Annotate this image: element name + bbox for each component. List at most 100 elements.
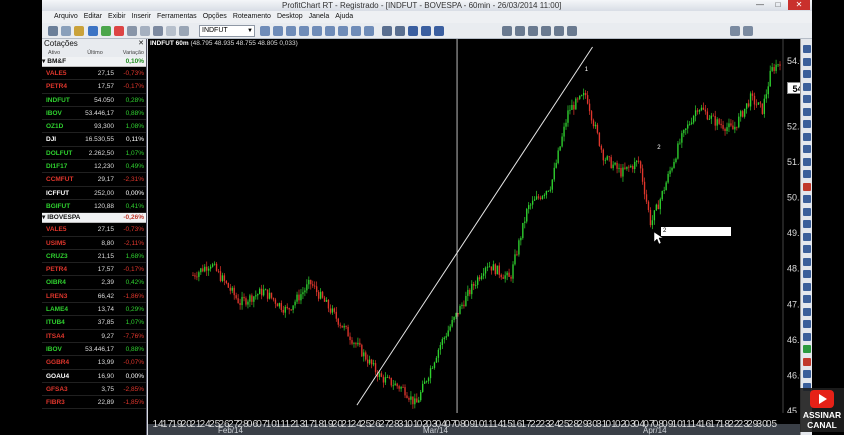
save-icon[interactable] xyxy=(61,26,71,36)
quote-row[interactable]: BGIFUT 120,88 0,41% xyxy=(42,200,146,214)
pointer-icon[interactable] xyxy=(803,45,811,53)
settings-icon[interactable] xyxy=(179,26,189,36)
horizontal-line-icon[interactable] xyxy=(803,95,811,103)
col-variacao[interactable]: Variação xyxy=(116,49,146,57)
news-icon[interactable] xyxy=(153,26,163,36)
layout-icon[interactable] xyxy=(567,26,577,36)
chart-panel[interactable]: 54.050,0053.286,0052.382,0051.478,0050.5… xyxy=(148,39,812,435)
text-icon[interactable] xyxy=(803,182,811,191)
magnet-icon[interactable] xyxy=(803,332,811,341)
quote-row[interactable]: IBOV 53.446,17 0,88% xyxy=(42,107,146,121)
arrow-up-icon[interactable] xyxy=(803,345,811,353)
quote-row[interactable]: USIM5 8,80 -2,11% xyxy=(42,237,146,250)
arrow-down-icon[interactable] xyxy=(803,357,811,366)
study-icon[interactable] xyxy=(351,26,361,36)
eraser-icon[interactable] xyxy=(803,307,811,316)
quote-row[interactable]: ITSA4 9,27 -7,76% xyxy=(42,330,146,343)
select-icon[interactable] xyxy=(515,26,525,36)
indicator-icon[interactable] xyxy=(338,26,348,36)
menu-inserir[interactable]: Inserir xyxy=(132,11,151,23)
template-icon[interactable] xyxy=(364,26,374,36)
folder-icon[interactable] xyxy=(74,26,84,36)
grid-icon[interactable] xyxy=(554,26,564,36)
pitchfork-icon[interactable] xyxy=(803,220,811,228)
draw-icon[interactable] xyxy=(528,26,538,36)
quote-row[interactable]: OZ1D 93,300 1,08% xyxy=(42,120,146,134)
book-icon[interactable] xyxy=(127,26,137,36)
clock-icon[interactable] xyxy=(166,26,176,36)
col-ativo[interactable]: Ativo xyxy=(42,49,74,57)
undo-icon[interactable] xyxy=(408,26,418,36)
zoom-out-icon[interactable] xyxy=(325,26,335,36)
menu-ferramentas[interactable]: Ferramentas xyxy=(157,11,197,23)
quote-row[interactable]: DJI 16.530,55 0,11% xyxy=(42,133,146,147)
quote-row[interactable]: VALE5 27,15 -0,73% xyxy=(42,223,146,237)
zoom-in-icon[interactable] xyxy=(312,26,322,36)
quote-row[interactable]: VALE5 27,15 -0,73% xyxy=(42,67,146,81)
quote-row[interactable]: DOLFUT 2.262,50 1,07% xyxy=(42,147,146,161)
menu-exibir[interactable]: Exibir xyxy=(108,11,126,23)
trendline-icon[interactable] xyxy=(803,82,811,91)
regression-icon[interactable] xyxy=(803,245,811,253)
menu-janela[interactable]: Janela xyxy=(309,11,330,23)
fibonacci-icon[interactable] xyxy=(803,132,811,141)
redo-icon[interactable] xyxy=(421,26,431,36)
candle-icon[interactable] xyxy=(273,26,283,36)
symbol-select[interactable]: INDFUT ▼ xyxy=(199,25,255,37)
brush-icon[interactable] xyxy=(803,270,811,278)
quote-row[interactable]: DI1F17 12,230 0,49% xyxy=(42,160,146,174)
quote-row[interactable]: LREN3 66,42 -1,86% xyxy=(42,290,146,304)
maximize-button[interactable]: □ xyxy=(770,0,786,10)
ellipse-icon[interactable] xyxy=(803,157,811,166)
menu-roteamento[interactable]: Roteamento xyxy=(233,11,271,23)
close-icon[interactable]: ✕ xyxy=(138,39,144,49)
print-icon[interactable] xyxy=(395,26,405,36)
search-icon[interactable] xyxy=(730,26,740,36)
pen-icon[interactable] xyxy=(803,282,811,291)
crosshair-icon[interactable] xyxy=(803,57,811,66)
period-icon[interactable] xyxy=(260,26,270,36)
crosshair-icon[interactable] xyxy=(434,26,444,36)
arrow-icon[interactable] xyxy=(803,195,811,203)
cycle-icon[interactable] xyxy=(803,232,811,241)
quote-row[interactable]: IBOV 53.446,17 0,88% xyxy=(42,343,146,357)
quote-row[interactable]: ITUB4 37,85 1,07% xyxy=(42,316,146,330)
quote-row[interactable]: GOAU4 16,90 0,00% xyxy=(42,370,146,383)
group-header[interactable]: ▾ BM&F 0,10% xyxy=(42,57,146,67)
group-header[interactable]: ▾ IBOVESPA -0,26% xyxy=(42,213,146,224)
menu-ajuda[interactable]: Ajuda xyxy=(335,11,353,23)
delete-icon[interactable] xyxy=(803,370,811,378)
vertical-line-icon[interactable] xyxy=(803,107,811,116)
quote-row[interactable]: CRUZ3 21,15 1,68% xyxy=(42,250,146,264)
menu-arquivo[interactable]: Arquivo xyxy=(54,11,78,23)
marker-icon[interactable] xyxy=(803,295,811,303)
times-icon[interactable] xyxy=(140,26,150,36)
quote-row[interactable]: OIBR4 2,39 0,42% xyxy=(42,276,146,290)
menu-desktop[interactable]: Desktop xyxy=(277,11,303,23)
close-button[interactable]: ✕ xyxy=(788,0,810,10)
quote-icon[interactable] xyxy=(101,26,111,36)
bar-icon[interactable] xyxy=(286,26,296,36)
quote-row[interactable]: GFSA3 3,75 -2,85% xyxy=(42,383,146,397)
quote-row[interactable]: PETR4 17,57 -0,17% xyxy=(42,263,146,277)
gann-icon[interactable] xyxy=(803,207,811,216)
triangle-icon[interactable] xyxy=(803,170,811,178)
disk-icon[interactable] xyxy=(382,26,392,36)
quote-row[interactable]: INDFUT 54.050 0,28% xyxy=(42,94,146,107)
annotation-input[interactable]: 2 xyxy=(661,227,731,236)
erase-icon[interactable] xyxy=(541,26,551,36)
search-minus-icon[interactable] xyxy=(743,26,753,36)
title-bar[interactable]: ProfitChart RT - Registrado - [INDFUT - … xyxy=(42,0,812,11)
channel-icon[interactable] xyxy=(803,120,811,128)
pan-icon[interactable] xyxy=(502,26,512,36)
subscribe-badge[interactable]: ASSINAR CANAL xyxy=(800,388,844,432)
rectangle-icon[interactable] xyxy=(803,145,811,153)
quote-row[interactable]: FIBR3 22,89 -1,85% xyxy=(42,396,146,410)
quote-row[interactable]: GGBR4 13,99 -0,07% xyxy=(42,356,146,370)
measure-icon[interactable] xyxy=(803,257,811,266)
price-chart[interactable]: 54.050,0053.286,0052.382,0051.478,0050.5… xyxy=(148,39,812,435)
line-icon[interactable] xyxy=(299,26,309,36)
menu-opcoes[interactable]: Opções xyxy=(203,11,227,23)
quote-row[interactable]: LAME4 13,74 0,29% xyxy=(42,303,146,317)
lock-icon[interactable] xyxy=(803,320,811,328)
